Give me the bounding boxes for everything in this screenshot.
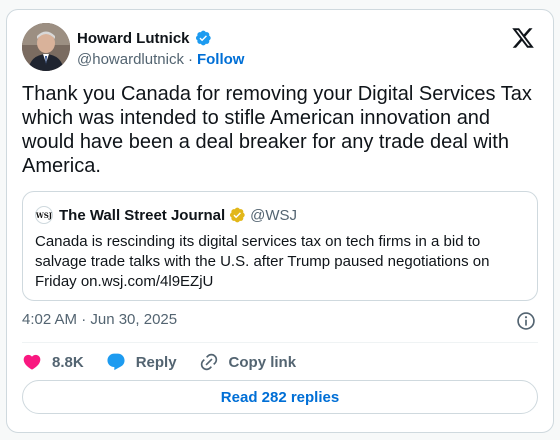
action-bar: 8.8K Reply Copy link [22, 350, 318, 374]
avatar[interactable] [22, 23, 70, 71]
tweet-timestamp[interactable]: 4:02 AM · Jun 30, 2025 [22, 311, 177, 328]
quoted-tweet[interactable]: WSJ The Wall Street Journal @WSJ Canada … [22, 191, 538, 301]
quoted-tweet-text: Canada is rescinding its digital service… [35, 233, 490, 290]
quoted-author-name: The Wall Street Journal [59, 206, 226, 224]
wsj-logo: WSJ [35, 206, 53, 224]
separator-dot: · [187, 51, 193, 68]
author-handle[interactable]: @howardlutnick [77, 51, 184, 68]
info-icon[interactable] [516, 311, 536, 331]
follow-button[interactable]: Follow [197, 51, 245, 68]
quoted-tweet-header: WSJ The Wall Street Journal @WSJ [35, 206, 297, 224]
tweet-card: Howard Lutnick @howardlutnick · Follow T… [6, 9, 554, 433]
tweet-header: Howard Lutnick @howardlutnick · Follow [22, 23, 538, 73]
author-name[interactable]: Howard Lutnick [77, 30, 190, 47]
reply-bubble-icon [107, 353, 125, 371]
timestamp-row: 4:02 AM · Jun 30, 2025 [22, 311, 538, 331]
reply-button[interactable]: Reply [106, 352, 177, 372]
divider [22, 342, 538, 343]
copy-link-label: Copy link [228, 353, 297, 371]
quoted-author-handle: @WSJ [250, 206, 298, 224]
copy-link-button[interactable]: Copy link [199, 352, 297, 372]
read-replies-button[interactable]: Read 282 replies [22, 380, 538, 414]
like-count: 8.8K [52, 353, 84, 371]
gold-verified-icon [230, 207, 245, 223]
reply-label: Reply [135, 353, 177, 371]
like-button[interactable]: 8.8K [22, 352, 84, 372]
tweet-text: Thank you Canada for removing your Digit… [22, 83, 532, 177]
x-logo-icon[interactable] [511, 26, 535, 50]
verified-badge-icon [195, 30, 211, 46]
heart-icon [23, 354, 41, 370]
author-block: Howard Lutnick @howardlutnick · Follow [77, 28, 245, 69]
link-icon [200, 353, 217, 371]
